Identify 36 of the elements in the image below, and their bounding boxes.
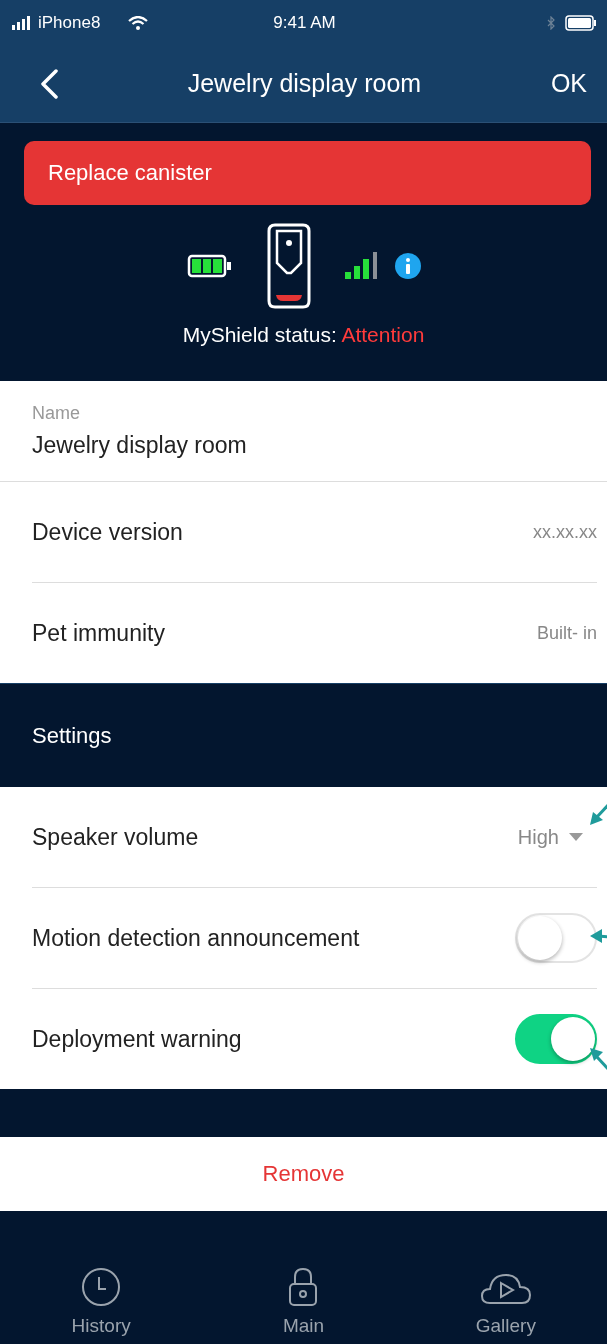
tab-button[interactable]: Main (233, 1266, 374, 1338)
row-value: Built- in (536, 622, 597, 644)
name-label: Name (32, 403, 81, 424)
setting-label: Speaker volume (32, 823, 199, 851)
bluetooth-icon (547, 15, 555, 30)
caret-icon (569, 833, 583, 841)
status-label: MyShield status: (182, 323, 337, 346)
setting-label: Deployment warning (32, 1025, 242, 1053)
back-icon[interactable] (40, 68, 58, 99)
annotation-arrow (590, 928, 607, 944)
tab-button[interactable]: History (31, 1266, 172, 1338)
device-icon (266, 223, 311, 309)
screen-title: Jewelry display room (186, 69, 423, 98)
clock-time: 9:41 AM (273, 12, 336, 33)
battery-icon (565, 14, 597, 31)
info-icon[interactable] (394, 253, 421, 279)
battery-level-icon (186, 254, 233, 278)
section-title: Settings (32, 722, 112, 749)
row-value: xx.xx.xx (533, 521, 597, 543)
name-field[interactable]: Jewelry display room (32, 432, 247, 459)
wifi-icon (128, 15, 149, 30)
setting-label: Motion detection announcement (32, 924, 360, 952)
status-value: Attention (341, 323, 425, 346)
clock-icon (81, 1267, 122, 1307)
cloud-play-icon (479, 1271, 532, 1307)
alert-banner: Replace canister (24, 141, 591, 205)
signal-icon (12, 15, 32, 30)
tab-button[interactable]: Gallery (435, 1270, 576, 1338)
row-label: Device version (32, 518, 183, 546)
carrier-name: iPhone8 (38, 12, 101, 33)
row-label: Pet immunity (32, 619, 165, 647)
toggle-switch[interactable] (515, 1014, 597, 1064)
annotation-arrow (590, 1048, 607, 1072)
ok-button[interactable]: OK (550, 69, 587, 98)
lock-icon (287, 1267, 320, 1307)
volume-dropdown[interactable]: High (517, 825, 597, 849)
